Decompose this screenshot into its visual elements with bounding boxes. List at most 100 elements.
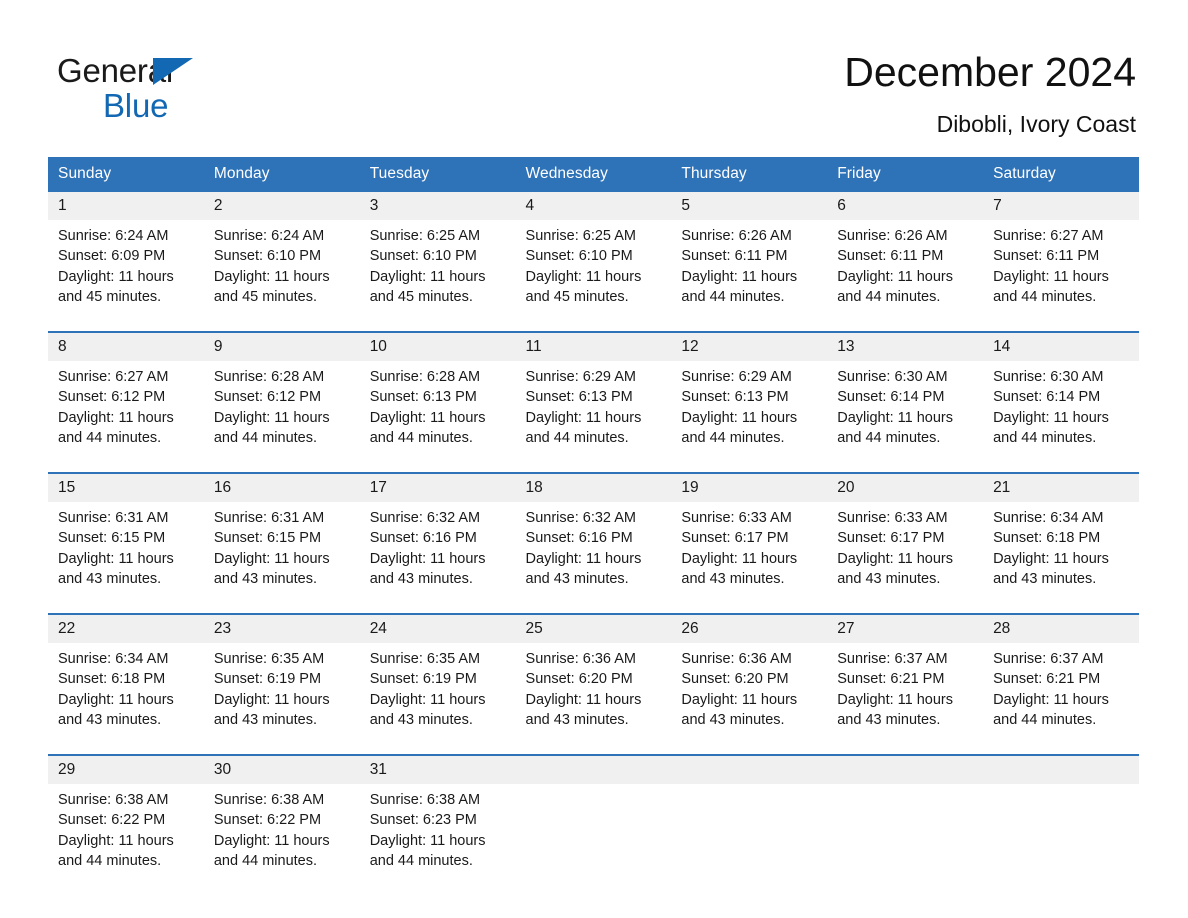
- day-detail-cell[interactable]: Sunrise: 6:27 AM Sunset: 6:11 PM Daylight:…: [983, 220, 1139, 324]
- day-detail-cell[interactable]: Sunrise: 6:38 AM Sunset: 6:23 PM Daylight:…: [359, 784, 516, 888]
- week-daynumber-row: 29 30 31: [48, 754, 1139, 784]
- day-detail-cell[interactable]: Sunrise: 6:37 AM Sunset: 6:21 PM Daylight:…: [827, 643, 984, 747]
- day-sunset-text: Sunset: 6:10 PM: [369, 248, 477, 265]
- day-sunrise-text: Sunrise: 6:25 AM: [525, 228, 636, 244]
- day-detail-cell[interactable]: Sunrise: 6:27 AM Sunset: 6:12 PM Daylight:…: [48, 361, 204, 465]
- day-daylight-1-text: Daylight: 11 hours: [369, 550, 486, 567]
- day-detail-cell[interactable]: Sunrise: 6:24 AM Sunset: 6:09 PM Daylight:…: [48, 220, 204, 324]
- day-number-cell[interactable]: 28: [983, 613, 1139, 643]
- day-number-cell[interactable]: 25: [515, 613, 672, 643]
- day-number-cell[interactable]: 19: [671, 472, 828, 502]
- day-sunset-text: Sunset: 6:16 PM: [369, 530, 477, 547]
- day-number-cell[interactable]: 6: [827, 192, 984, 220]
- day-number-cell[interactable]: 23: [203, 613, 360, 643]
- day-detail-cell[interactable]: Sunrise: 6:33 AM Sunset: 6:17 PM Daylight:…: [827, 502, 984, 606]
- week-spacer-row: [48, 606, 1139, 614]
- day-detail-cell[interactable]: Sunrise: 6:33 AM Sunset: 6:17 PM Daylight:…: [671, 502, 828, 606]
- day-daylight-1-text: Daylight: 11 hours: [837, 268, 954, 285]
- day-sunrise-text: Sunrise: 6:24 AM: [58, 228, 169, 244]
- day-detail-cell[interactable]: Sunrise: 6:37 AM Sunset: 6:21 PM Daylight:…: [983, 643, 1139, 747]
- day-daylight-2-text: and 45 minutes.: [213, 288, 318, 305]
- day-daylight-2-text: and 44 minutes.: [369, 852, 473, 869]
- day-detail-cell[interactable]: Sunrise: 6:31 AM Sunset: 6:15 PM Daylight:…: [48, 502, 204, 606]
- day-daylight-1-text: Daylight: 11 hours: [369, 832, 486, 849]
- day-number-cell[interactable]: 2: [203, 192, 360, 220]
- day-daylight-2-text: and 43 minutes.: [525, 570, 629, 587]
- day-number-cell[interactable]: 14: [983, 331, 1139, 361]
- day-sunrise-text: Sunrise: 6:38 AM: [369, 792, 481, 808]
- day-sunrise-text: Sunrise: 6:25 AM: [369, 228, 481, 244]
- day-detail-cell[interactable]: Sunrise: 6:34 AM Sunset: 6:18 PM Daylight:…: [983, 502, 1139, 606]
- day-number-cell[interactable]: 29: [48, 754, 204, 784]
- day-daylight-1-text: Daylight: 11 hours: [213, 409, 330, 426]
- day-detail-cell[interactable]: Sunrise: 6:24 AM Sunset: 6:10 PM Daylight:…: [203, 220, 360, 324]
- day-detail-cell[interactable]: Sunrise: 6:34 AM Sunset: 6:18 PM Daylight:…: [48, 643, 204, 747]
- day-sunset-text: Sunset: 6:14 PM: [837, 389, 945, 406]
- calendar-table: Sunday Monday Tuesday Wednesday Thursday…: [48, 157, 1139, 888]
- week-detail-row: Sunrise: 6:27 AM Sunset: 6:12 PM Daylight:…: [48, 361, 1139, 465]
- day-number-cell[interactable]: 16: [203, 472, 360, 502]
- day-number-cell[interactable]: 20: [827, 472, 984, 502]
- day-daylight-2-text: and 43 minutes.: [837, 711, 941, 728]
- day-detail-cell[interactable]: Sunrise: 6:25 AM Sunset: 6:10 PM Daylight:…: [359, 220, 516, 324]
- day-sunset-text: Sunset: 6:22 PM: [213, 812, 322, 829]
- day-detail-cell[interactable]: Sunrise: 6:28 AM Sunset: 6:13 PM Daylight:…: [359, 361, 516, 465]
- day-sunset-text: Sunset: 6:22 PM: [58, 812, 166, 829]
- day-sunset-text: Sunset: 6:19 PM: [369, 671, 477, 688]
- week-daynumber-row: 8 9 10 11 12 13 14: [48, 331, 1139, 361]
- day-number-cell[interactable]: 24: [359, 613, 516, 643]
- day-detail-cell[interactable]: Sunrise: 6:29 AM Sunset: 6:13 PM Daylight:…: [515, 361, 672, 465]
- week-detail-row: Sunrise: 6:38 AM Sunset: 6:22 PM Daylight:…: [48, 784, 1139, 888]
- day-sunrise-text: Sunrise: 6:33 AM: [681, 510, 792, 526]
- day-detail-cell[interactable]: Sunrise: 6:31 AM Sunset: 6:15 PM Daylight:…: [203, 502, 360, 606]
- day-detail-cell[interactable]: Sunrise: 6:26 AM Sunset: 6:11 PM Daylight:…: [671, 220, 828, 324]
- day-number-cell[interactable]: 3: [359, 192, 516, 220]
- day-number-cell[interactable]: 31: [359, 754, 516, 784]
- day-daylight-2-text: and 44 minutes.: [525, 429, 629, 446]
- day-detail-cell[interactable]: Sunrise: 6:28 AM Sunset: 6:12 PM Daylight:…: [203, 361, 360, 465]
- day-detail-cell[interactable]: Sunrise: 6:36 AM Sunset: 6:20 PM Daylight:…: [671, 643, 828, 747]
- day-detail-cell[interactable]: Sunrise: 6:30 AM Sunset: 6:14 PM Daylight:…: [827, 361, 984, 465]
- day-number-cell[interactable]: 30: [203, 754, 360, 784]
- day-number-cell[interactable]: 5: [671, 192, 828, 220]
- day-number-cell[interactable]: 27: [827, 613, 984, 643]
- day-number-cell[interactable]: 13: [827, 331, 984, 361]
- day-sunset-text: Sunset: 6:23 PM: [369, 812, 477, 829]
- empty-day-number-cell: [827, 754, 984, 784]
- day-daylight-1-text: Daylight: 11 hours: [837, 550, 954, 567]
- day-sunset-text: Sunset: 6:19 PM: [213, 671, 322, 688]
- logo-line-two: Blue: [57, 86, 387, 126]
- day-detail-cell[interactable]: Sunrise: 6:26 AM Sunset: 6:11 PM Daylight:…: [827, 220, 984, 324]
- day-daylight-1-text: Daylight: 11 hours: [681, 691, 798, 708]
- day-number-cell[interactable]: 7: [983, 192, 1139, 220]
- day-number-cell[interactable]: 10: [359, 331, 516, 361]
- day-number-cell[interactable]: 18: [515, 472, 672, 502]
- day-number-cell[interactable]: 9: [203, 331, 360, 361]
- day-detail-cell[interactable]: Sunrise: 6:38 AM Sunset: 6:22 PM Daylight:…: [203, 784, 360, 888]
- day-number-cell[interactable]: 22: [48, 613, 204, 643]
- day-sunset-text: Sunset: 6:15 PM: [58, 530, 166, 547]
- day-detail-cell[interactable]: Sunrise: 6:29 AM Sunset: 6:13 PM Daylight:…: [671, 361, 828, 465]
- day-number-cell[interactable]: 21: [983, 472, 1139, 502]
- day-number-cell[interactable]: 26: [671, 613, 828, 643]
- day-number-cell[interactable]: 8: [48, 331, 204, 361]
- day-number-cell[interactable]: 17: [359, 472, 516, 502]
- general-blue-logo: General Blue: [57, 52, 387, 124]
- day-detail-cell[interactable]: Sunrise: 6:32 AM Sunset: 6:16 PM Daylight:…: [515, 502, 672, 606]
- day-detail-cell[interactable]: Sunrise: 6:38 AM Sunset: 6:22 PM Daylight:…: [48, 784, 204, 888]
- day-detail-cell[interactable]: Sunrise: 6:36 AM Sunset: 6:20 PM Daylight:…: [515, 643, 672, 747]
- day-detail-cell[interactable]: Sunrise: 6:35 AM Sunset: 6:19 PM Daylight:…: [359, 643, 516, 747]
- day-daylight-1-text: Daylight: 11 hours: [837, 409, 954, 426]
- day-number-cell[interactable]: 12: [671, 331, 828, 361]
- day-detail-cell[interactable]: Sunrise: 6:25 AM Sunset: 6:10 PM Daylight:…: [515, 220, 672, 324]
- day-number-cell[interactable]: 1: [48, 192, 204, 220]
- logo-line-one: General: [57, 52, 387, 90]
- empty-day-number-cell: [983, 754, 1139, 784]
- day-number-cell[interactable]: 15: [48, 472, 204, 502]
- day-detail-cell[interactable]: Sunrise: 6:35 AM Sunset: 6:19 PM Daylight:…: [203, 643, 360, 747]
- day-detail-cell[interactable]: Sunrise: 6:32 AM Sunset: 6:16 PM Daylight:…: [359, 502, 516, 606]
- day-detail-cell[interactable]: Sunrise: 6:30 AM Sunset: 6:14 PM Daylight:…: [983, 361, 1139, 465]
- day-number-cell[interactable]: 11: [515, 331, 672, 361]
- day-sunset-text: Sunset: 6:14 PM: [993, 389, 1101, 406]
- day-number-cell[interactable]: 4: [515, 192, 672, 220]
